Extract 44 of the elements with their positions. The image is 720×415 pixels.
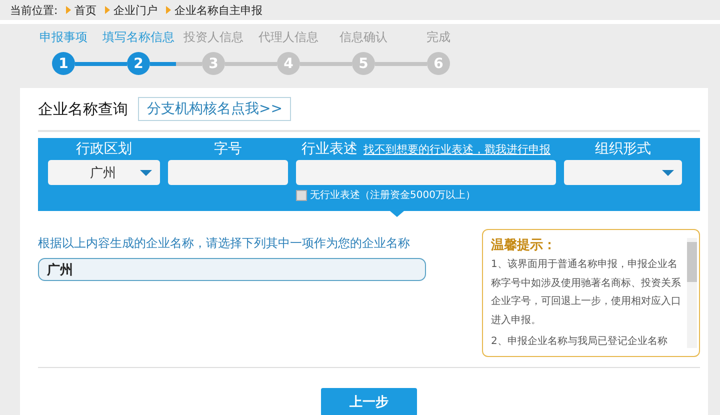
step-label: 申报事项 [38, 29, 88, 46]
step-number: 1 [52, 52, 75, 75]
field-label: 字号 [214, 140, 242, 158]
step-number: 4 [277, 52, 300, 75]
breadcrumb-label: 当前位置: [10, 2, 58, 18]
field-label: 行政区划 [76, 140, 132, 158]
step-label: 完成 [426, 29, 452, 46]
caret-icon [166, 6, 171, 14]
step-label: 代理人信息 [258, 29, 320, 46]
tips-title: 温馨提示： [491, 237, 557, 254]
field-label: 行业表述 [302, 140, 358, 158]
field-label: 组织形式 [595, 140, 651, 158]
step-connector [75, 62, 127, 66]
step-label: 填写名称信息 [102, 29, 176, 46]
step-label: 信息确认 [338, 29, 388, 46]
caret-icon [662, 170, 674, 176]
step-number: 6 [427, 52, 450, 75]
step-connector [375, 62, 427, 66]
step-connector [150, 62, 202, 66]
step-number: 2 [127, 52, 150, 75]
dropdown-field[interactable] [564, 160, 682, 185]
instruction-text: 根据以上内容生成的企业名称，请选择下列其中一项作为您的企业名称 [38, 235, 411, 252]
caret-icon [104, 6, 110, 14]
step-connector [225, 62, 277, 66]
scrollbar[interactable] [687, 238, 697, 348]
breadcrumb-link[interactable]: 企业名称自主申报 [174, 2, 263, 18]
dropdown-field[interactable]: 广州 [48, 160, 160, 185]
name-option[interactable]: 广州 [38, 258, 426, 281]
tips-paragraph: 1、该界面用于普通名称申报，申报企业名称字号中如涉及使用驰著名商标、投资关系企业字号，可回退上一步，使用相对应入口进入申报。 [491, 258, 681, 328]
input-field[interactable] [296, 160, 556, 185]
step-number: 3 [202, 52, 225, 75]
checkbox-label: 无行业表述（注册资金5000万以上） [310, 188, 476, 202]
tips-paragraph: 2、申报企业名称与我局已登记企业名称 [491, 334, 668, 349]
caret-icon [66, 6, 71, 14]
step-connector [300, 62, 352, 66]
breadcrumb-link[interactable]: 企业门户 [114, 2, 158, 18]
caret-icon [140, 170, 152, 176]
section-title: 企业名称查询 [38, 100, 128, 118]
branch-link-button[interactable]: 分支机构核名点我>> [138, 97, 292, 121]
input-field[interactable] [168, 160, 288, 185]
step-label: 投资人信息 [182, 29, 244, 46]
step-number: 5 [352, 52, 375, 75]
breadcrumb-link[interactable]: 首页 [74, 2, 97, 18]
checkbox[interactable] [296, 190, 307, 200]
